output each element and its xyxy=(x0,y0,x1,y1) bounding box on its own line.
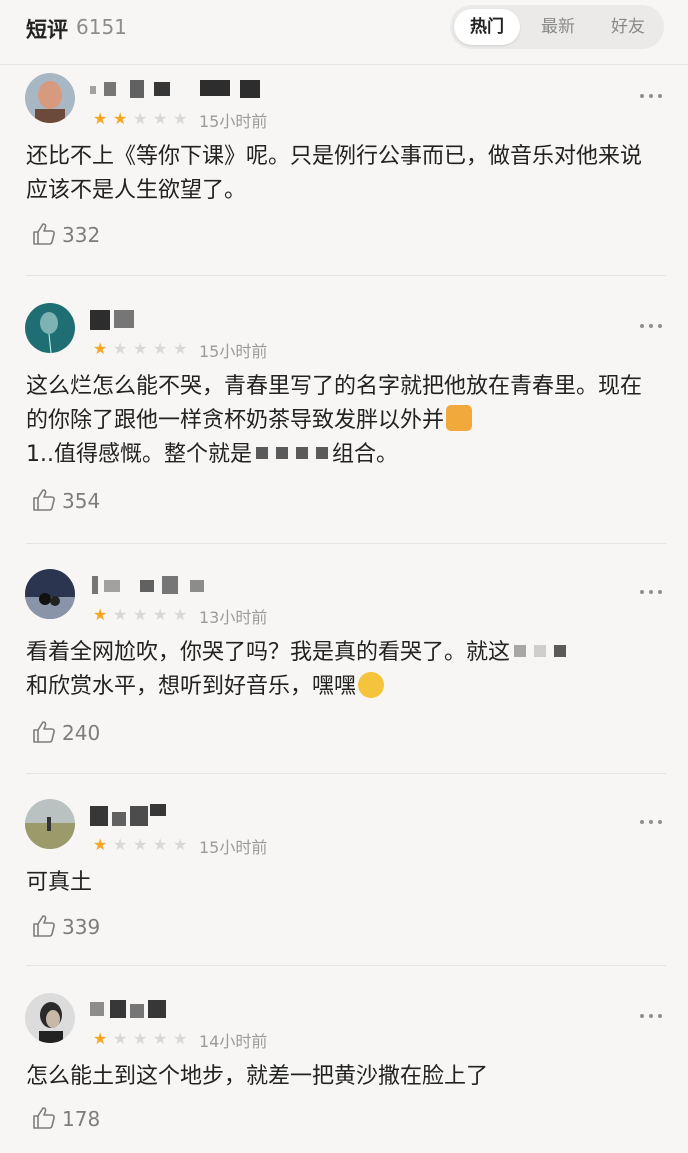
star-icon: ★ xyxy=(93,605,108,624)
star-icon: ★ xyxy=(93,835,108,854)
comment-time: 13小时前 xyxy=(199,608,268,627)
star-icon: ★ xyxy=(93,1029,108,1048)
more-icon[interactable] xyxy=(640,588,664,596)
sort-segmented-control: 热门 最新 好友 xyxy=(450,5,664,49)
comment-item: ★ ★ ★ ★ ★ 15小时前 这么烂怎么能不哭，青春里写了的名字就把他放在青春… xyxy=(0,300,688,544)
star-icon: ★ xyxy=(113,109,128,128)
comment-text-part: 看着全网尬吹，你哭了吗？我是真的看哭了。就这 xyxy=(26,640,511,665)
comment-divider xyxy=(26,543,666,544)
comment-time: 15小时前 xyxy=(199,342,268,361)
comment-time: 14小时前 xyxy=(199,1032,268,1051)
star-icon: ★ xyxy=(173,109,188,128)
like-count: 178 xyxy=(62,1107,101,1131)
thumbs-up-icon xyxy=(33,915,55,937)
star-icon: ★ xyxy=(153,835,168,854)
username-redacted[interactable] xyxy=(90,574,220,598)
star-icon: ★ xyxy=(113,835,128,854)
star-icon: ★ xyxy=(133,339,148,358)
star-icon: ★ xyxy=(173,339,188,358)
star-icon: ★ xyxy=(113,605,128,624)
star-icon: ★ xyxy=(133,605,148,624)
more-icon[interactable] xyxy=(640,322,664,330)
comment-item: ★ ★ ★ ★ ★ 14小时前 怎么能土到这个地步，就差一把黄沙撒在脸上了 17… xyxy=(0,990,688,1150)
comment-item: ★ ★ ★ ★ ★ 15小时前 可真土 339 xyxy=(0,796,688,966)
hugging-face-emoji-icon xyxy=(358,672,385,698)
like-count: 354 xyxy=(62,489,101,513)
comments-header: 短评 6151 热门 最新 好友 xyxy=(0,0,688,64)
comment-text: 看着全网尬吹，你哭了吗？我是真的看哭了。就这 和欣赏水平，想听到好音乐，嘿嘿 xyxy=(26,636,656,704)
comment-text: 怎么能土到这个地步，就差一把黄沙撒在脸上了 xyxy=(26,1064,489,1089)
comment-text-part: 1..值得感慨。整个就是 xyxy=(26,442,252,467)
comment-text-part: 组合。 xyxy=(331,442,398,467)
tab-hot[interactable]: 热门 xyxy=(454,9,520,45)
like-count: 332 xyxy=(62,223,101,247)
star-icon: ★ xyxy=(93,109,108,128)
star-icon: ★ xyxy=(93,339,108,358)
thumbs-up-icon xyxy=(33,721,55,743)
more-icon[interactable] xyxy=(640,818,664,826)
username-redacted[interactable] xyxy=(90,804,170,828)
star-icon: ★ xyxy=(173,605,188,624)
thumbs-up-icon xyxy=(33,1107,55,1129)
username-redacted[interactable] xyxy=(90,998,170,1022)
star-icon: ★ xyxy=(173,835,188,854)
more-icon[interactable] xyxy=(640,92,664,100)
tab-friends[interactable]: 好友 xyxy=(596,9,660,45)
comment-item: ★ ★ ★ ★ ★ 15小时前 还比不上《等你下课》呢。只是例行公事而已，做音乐… xyxy=(0,70,688,276)
star-icon: ★ xyxy=(173,1029,188,1048)
more-icon[interactable] xyxy=(640,1012,664,1020)
like-count: 339 xyxy=(62,915,101,939)
comment-divider xyxy=(26,275,666,276)
avatar[interactable] xyxy=(25,569,75,619)
comment-text-part: 和欣赏水平，想听到好音乐，嘿嘿 xyxy=(26,674,357,699)
star-icon: ★ xyxy=(113,1029,128,1048)
username-redacted[interactable] xyxy=(90,78,270,102)
star-icon: ★ xyxy=(153,109,168,128)
username-redacted[interactable] xyxy=(90,308,140,332)
avatar[interactable] xyxy=(25,303,75,353)
avatar[interactable] xyxy=(25,799,75,849)
comment-time: 15小时前 xyxy=(199,112,268,131)
thumbs-up-icon xyxy=(33,223,55,245)
avatar[interactable] xyxy=(25,993,75,1043)
star-icon: ★ xyxy=(133,835,148,854)
avatar[interactable] xyxy=(25,73,75,123)
star-icon: ★ xyxy=(153,605,168,624)
star-icon: ★ xyxy=(113,339,128,358)
comment-text: 可真土 xyxy=(26,870,93,895)
star-icon: ★ xyxy=(153,1029,168,1048)
comment-count: 6151 xyxy=(76,15,127,39)
comment-divider xyxy=(26,965,666,966)
comment-text-part: 这么烂怎么能不哭，青春里写了的名字就把他放在青春里。现在的你除了跟他一样贪杯奶茶… xyxy=(26,374,643,433)
star-icon: ★ xyxy=(133,1029,148,1048)
star-icon: ★ xyxy=(133,109,148,128)
tab-latest[interactable]: 最新 xyxy=(526,9,590,45)
comment-text: 这么烂怎么能不哭，青春里写了的名字就把他放在青春里。现在的你除了跟他一样贪杯奶茶… xyxy=(26,370,656,472)
comment-time: 15小时前 xyxy=(199,838,268,857)
comment-text: 还比不上《等你下课》呢。只是例行公事而已，做音乐对他来说应该不是人生欲望了。 xyxy=(26,144,643,203)
comment-divider xyxy=(26,773,666,774)
thumbs-up-icon xyxy=(33,489,55,511)
star-icon: ★ xyxy=(153,339,168,358)
section-title: 短评 xyxy=(26,18,68,42)
comment-item: ★ ★ ★ ★ ★ 13小时前 看着全网尬吹，你哭了吗？我是真的看哭了。就这 和… xyxy=(0,566,688,774)
like-count: 240 xyxy=(62,721,101,745)
emoji-icon xyxy=(446,405,473,431)
header-divider xyxy=(0,64,688,65)
